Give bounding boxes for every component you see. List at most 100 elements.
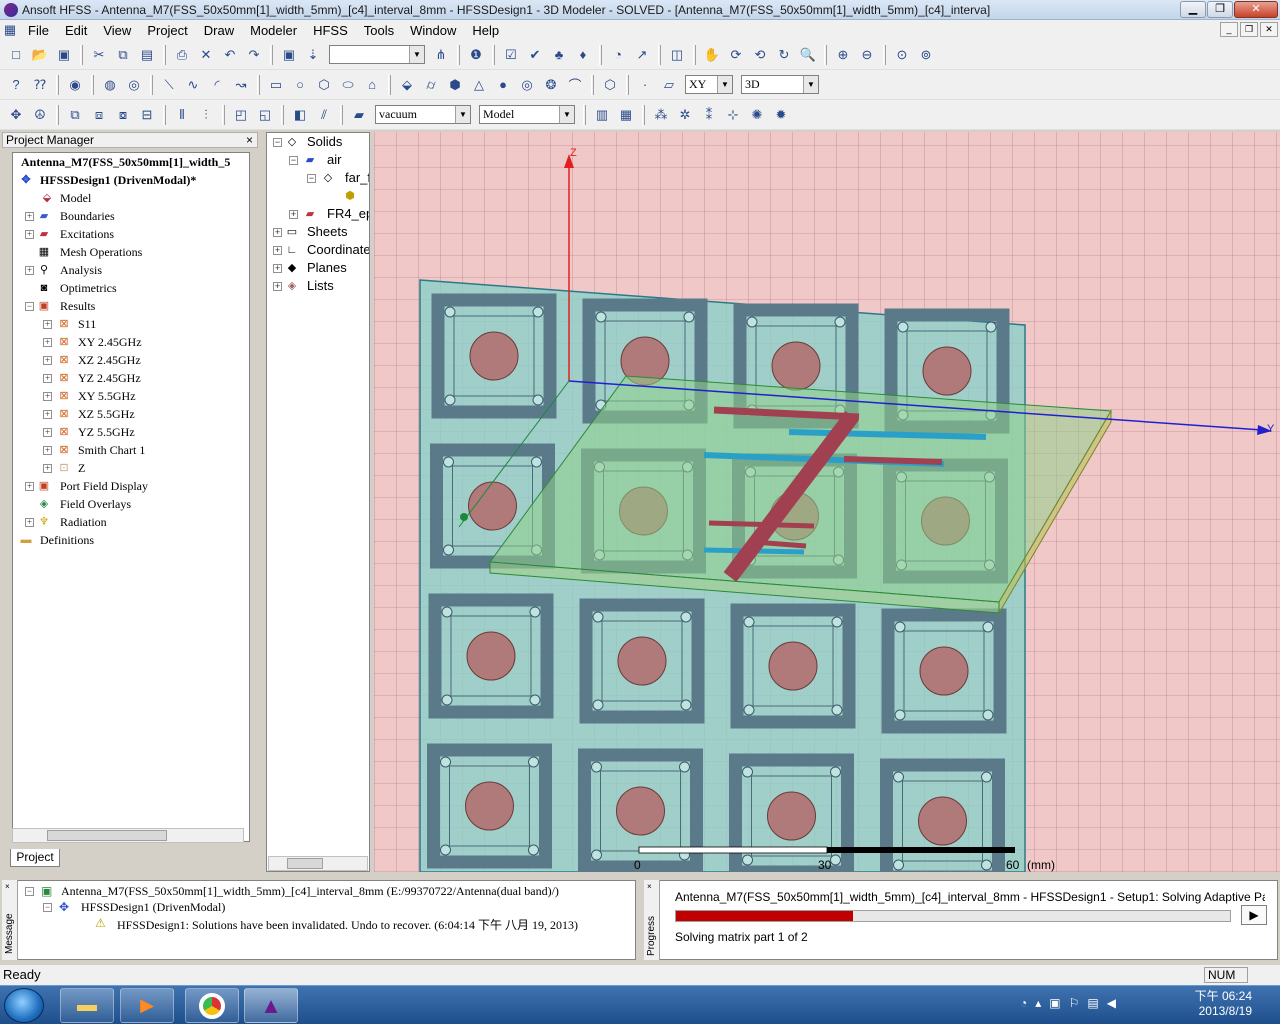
start-button[interactable] (4, 988, 44, 1023)
taskbar-explorer[interactable]: ▬ (60, 988, 114, 1023)
fields-icon[interactable]: ♦ (573, 45, 593, 65)
ellipse-icon[interactable]: ⬭ (338, 75, 358, 95)
menu-file[interactable]: File (20, 23, 57, 38)
model-tree-hscrollbar[interactable] (268, 856, 368, 871)
tree-result-item[interactable]: + ⊠ XY 5.5GHz (13, 387, 249, 405)
expand-icon[interactable]: + (273, 246, 282, 255)
cone-icon[interactable]: △ (469, 75, 489, 95)
snap4-icon[interactable]: ⊹ (723, 105, 743, 125)
menu-draw[interactable]: Draw (196, 23, 242, 38)
tree-mesh-operations[interactable]: ▦ Mesh Operations (13, 243, 249, 261)
circle-icon[interactable]: ○ (290, 75, 310, 95)
expand-icon[interactable]: + (43, 392, 52, 401)
expand-icon[interactable]: + (43, 428, 52, 437)
tree-project[interactable]: Antenna_M7(FSS_50x50mm[1]_width_5 (13, 153, 249, 171)
sweep-icon[interactable]: ◰ (231, 105, 251, 125)
bondwire-icon[interactable]: ⌒ (565, 75, 585, 95)
snap5-icon[interactable]: ✺ (747, 105, 767, 125)
fit-selection-icon[interactable]: ⊚ (916, 45, 936, 65)
helix-icon[interactable]: ❂ (541, 75, 561, 95)
material-select[interactable]: vacuum ▼ (375, 105, 471, 124)
menu-tools[interactable]: Tools (356, 23, 402, 38)
thicken-icon[interactable]: ◧ (290, 105, 310, 125)
tray-clock[interactable]: 下午 06:24 2013/8/19 (1195, 989, 1252, 1019)
tree-far-field-child[interactable]: ⬢ (267, 187, 369, 205)
tree-result-item[interactable]: + ⊡ Z (13, 459, 249, 477)
menu-view[interactable]: View (95, 23, 139, 38)
open-icon[interactable]: 📂 (30, 45, 50, 65)
tree-excitations[interactable]: + ▰ Excitations (13, 225, 249, 243)
taskbar-media-player[interactable]: ▶ (120, 988, 174, 1023)
mdi-restore-button[interactable]: ❐ (1240, 22, 1258, 37)
minimize-button[interactable]: ▁ (1180, 1, 1206, 18)
expand-icon[interactable]: + (43, 374, 52, 383)
expand-icon[interactable]: + (289, 210, 298, 219)
collapse-icon[interactable]: − (25, 302, 34, 311)
rectangle-icon[interactable]: ▭ (266, 75, 286, 95)
tray-icon[interactable]: ◔ (1020, 996, 1027, 1010)
measure-icon[interactable]: ◔ (608, 45, 628, 65)
zoom-out-icon[interactable]: ⊖ (857, 45, 877, 65)
expand-icon[interactable]: + (25, 212, 34, 221)
mdi-minimize-button[interactable]: _ (1220, 22, 1238, 37)
menu-window[interactable]: Window (402, 23, 464, 38)
scroll-thumb[interactable] (287, 858, 323, 869)
material-icon[interactable]: ▰ (349, 105, 369, 125)
hierarchy-icon[interactable]: ⋔ (431, 45, 451, 65)
print-icon[interactable]: ⎙ (172, 45, 192, 65)
equation-icon[interactable]: ↝ (231, 75, 251, 95)
close-icon[interactable]: × (5, 882, 10, 891)
tree-fr4[interactable]: + ▰ FR4_ep (267, 205, 369, 223)
expand-icon[interactable]: + (43, 356, 52, 365)
undo-icon[interactable]: ↶ (220, 45, 240, 65)
tree-result-item[interactable]: + ⊠ XZ 5.5GHz (13, 405, 249, 423)
optimetrics-tool-icon[interactable]: ♣ (549, 45, 569, 65)
menu-project[interactable]: Project (139, 23, 195, 38)
collapse-icon[interactable]: − (43, 903, 52, 912)
menu-help[interactable]: Help (464, 23, 507, 38)
help-icon[interactable]: ? (6, 75, 26, 95)
tree-result-item[interactable]: + ⊠ XY 2.45GHz (13, 333, 249, 351)
tree-port-field-display[interactable]: + ▣ Port Field Display (13, 477, 249, 495)
tree-planes[interactable]: + ◆ Planes (267, 259, 369, 277)
close-button[interactable]: ✕ (1234, 1, 1278, 18)
tree-design[interactable]: ✥ HFSSDesign1 (DrivenModal)* (13, 171, 249, 189)
unite-icon[interactable]: ⧉ (65, 105, 85, 125)
tree-far-field[interactable]: − ◇ far_f (267, 169, 369, 187)
rotate-icon[interactable]: ⟳ (726, 45, 746, 65)
expand-icon[interactable]: + (43, 446, 52, 455)
analyze-icon[interactable]: ✔ (525, 45, 545, 65)
progress-play-button[interactable]: ▶ (1241, 905, 1267, 925)
tray-icon[interactable]: ⚐ (1069, 996, 1080, 1010)
box-icon[interactable]: ⬙ (397, 75, 417, 95)
context-help-icon[interactable]: ⁇ (30, 75, 50, 95)
cylinder-icon[interactable]: ⌭ (421, 75, 441, 95)
info-icon[interactable]: ❶ (466, 45, 486, 65)
plane-select[interactable]: XY ▼ (685, 75, 733, 94)
tree-result-item[interactable]: + ⊠ XZ 2.45GHz (13, 351, 249, 369)
tree-lists[interactable]: + ◈ Lists (267, 277, 369, 295)
taskbar-hfss[interactable]: ▲ (244, 988, 298, 1023)
dimension-select[interactable]: 3D ▼ (741, 75, 819, 94)
duplicate-icon[interactable]: ⫶ (196, 105, 216, 125)
expand-icon[interactable]: + (43, 338, 52, 347)
cover-icon[interactable]: ◱ (255, 105, 275, 125)
tree-radiation[interactable]: + ♆ Radiation (13, 513, 249, 531)
select-icon[interactable]: ▣ (279, 45, 299, 65)
tray-icon[interactable]: ▣ (1049, 996, 1060, 1010)
line-icon[interactable]: ⟍ (159, 75, 179, 95)
pan-icon[interactable]: ✋ (702, 45, 722, 65)
arc-icon[interactable]: ◜ (207, 75, 227, 95)
zoom-tool-icon[interactable]: 🔍 (798, 45, 818, 65)
tree-analysis[interactable]: + ⚲ Analysis (13, 261, 249, 279)
tree-result-item[interactable]: + ⊠ YZ 5.5GHz (13, 423, 249, 441)
rotate-axis-icon[interactable]: ⟲ (750, 45, 770, 65)
tree-coordinates[interactable]: + ∟ Coordinate (267, 241, 369, 259)
save-icon[interactable]: ▣ (54, 45, 74, 65)
expand-icon[interactable]: + (25, 230, 34, 239)
zoom-in-icon[interactable]: ⊕ (833, 45, 853, 65)
region-icon[interactable]: ⌂ (362, 75, 382, 95)
report-icon[interactable]: ↗ (632, 45, 652, 65)
tree-results[interactable]: − ▣ Results (13, 297, 249, 315)
mdi-close-button[interactable]: ✕ (1260, 22, 1278, 37)
